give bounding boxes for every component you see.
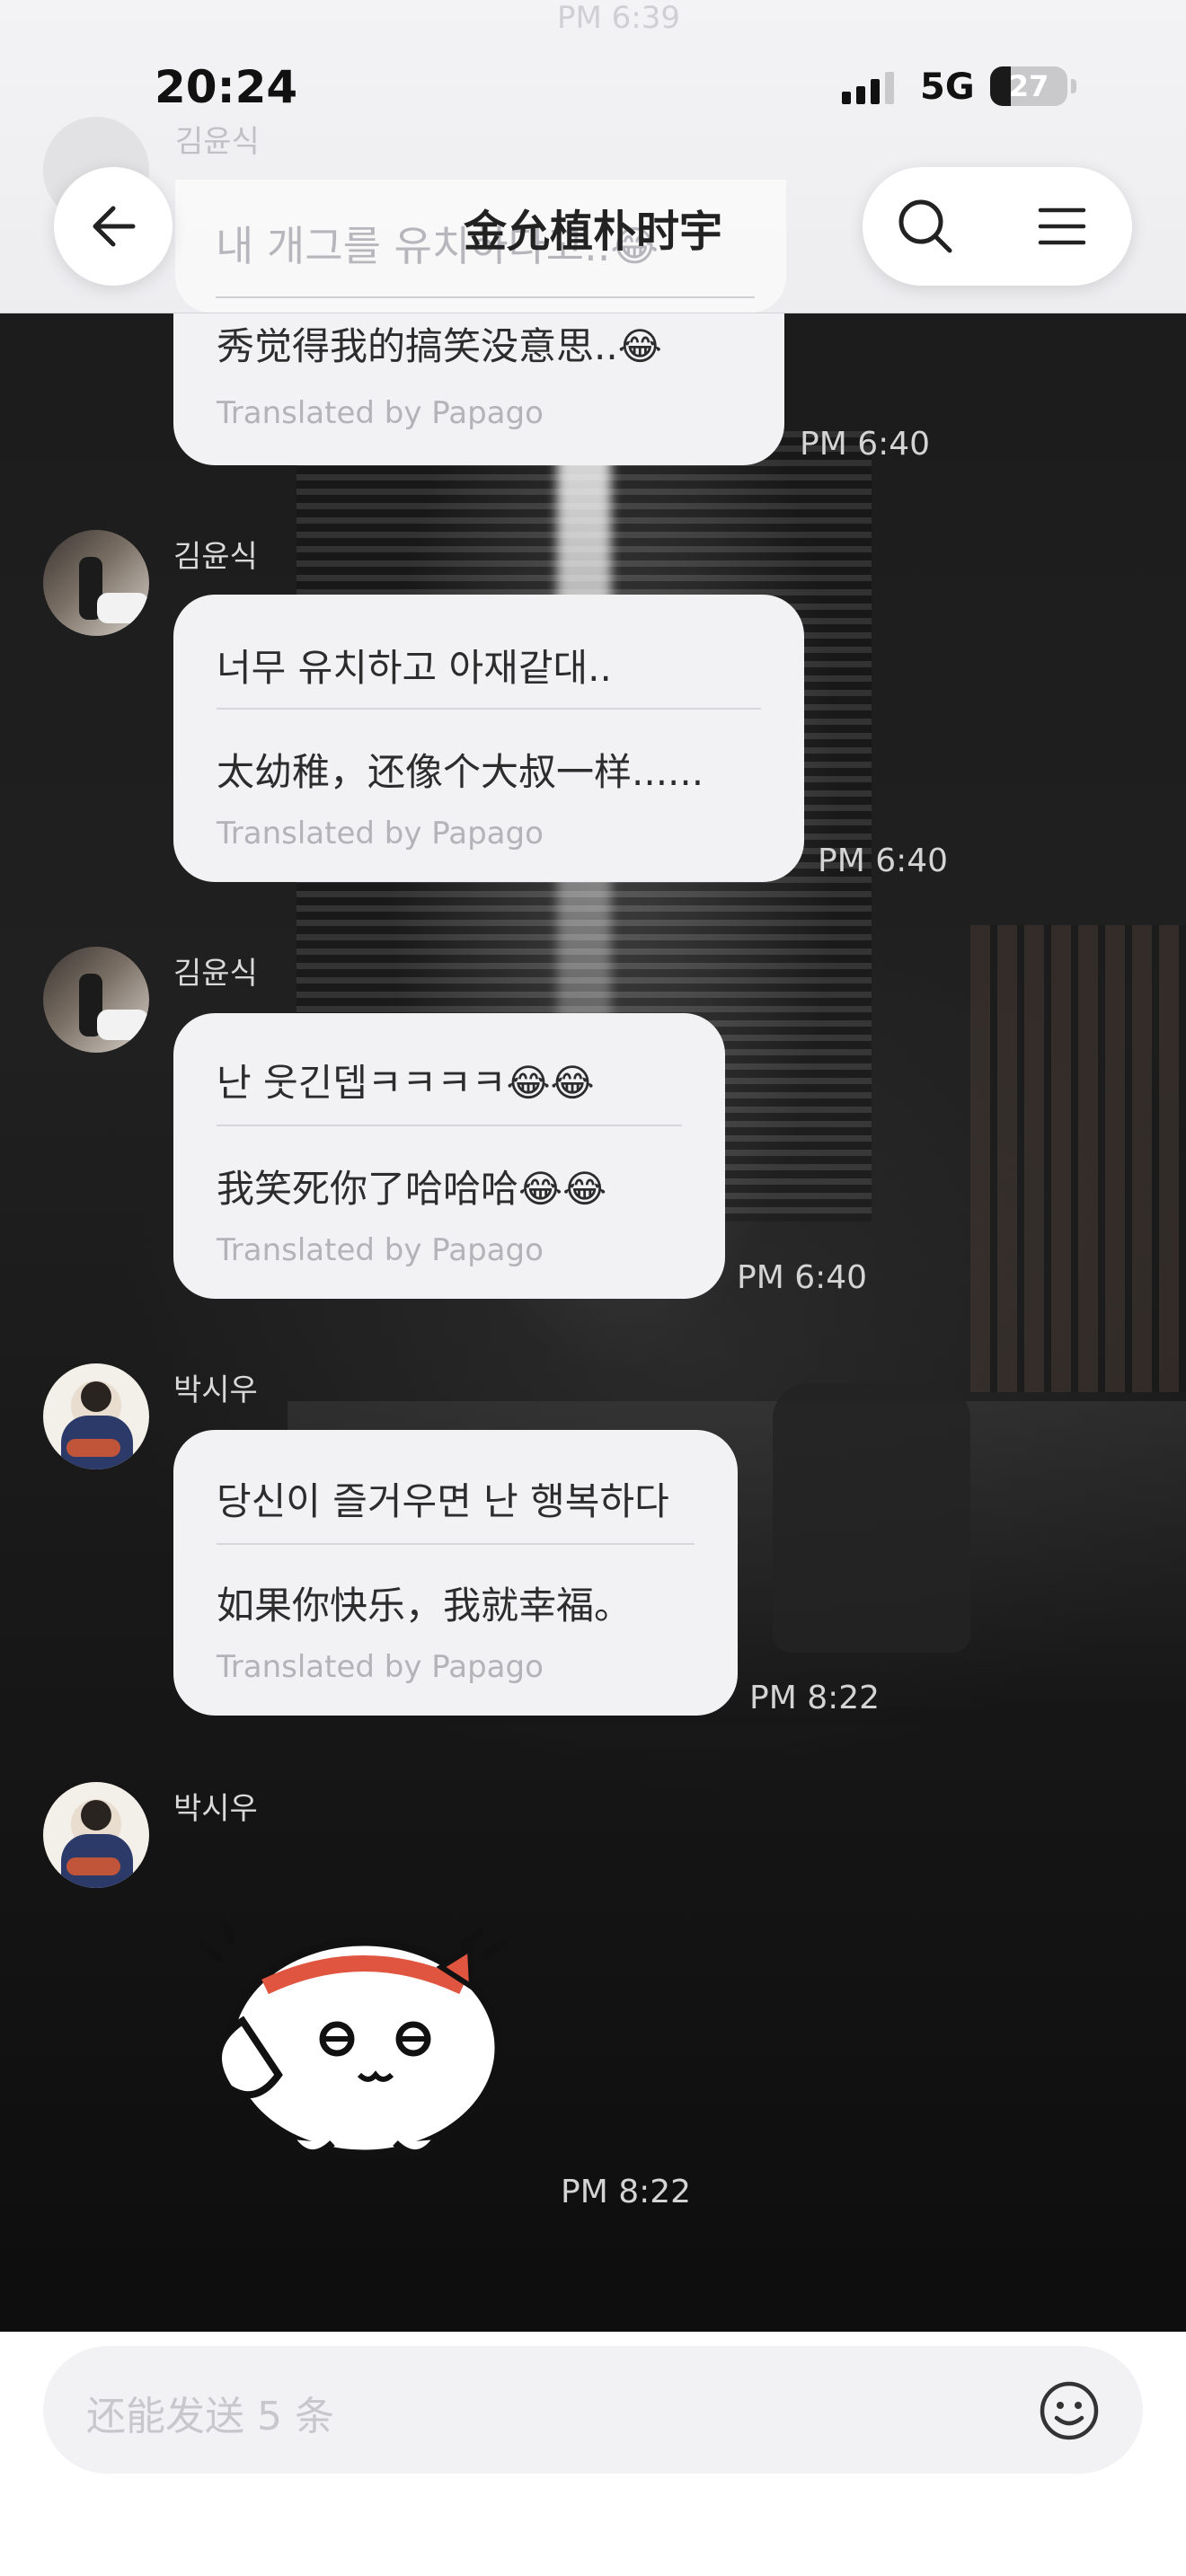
- menu-button[interactable]: [1026, 190, 1098, 262]
- message-original: 난 웃긴뎁ㅋㅋㅋㅋ😂😂: [217, 1061, 595, 1105]
- menu-icon: [1038, 207, 1086, 245]
- background-chair: [773, 1383, 970, 1653]
- message-input-placeholder: 还能发送 5 条: [86, 2394, 334, 2439]
- message-bubble[interactable]: 난 웃긴뎁ㅋㅋㅋㅋ😂😂 我笑死你了哈哈哈😂😂 Translated by Pap…: [173, 1013, 725, 1299]
- message-translation: 太幼稚，还像个大叔一样......: [217, 750, 704, 794]
- header-actions: [863, 167, 1132, 286]
- message-time: PM 6:40: [737, 1259, 868, 1296]
- search-icon: [898, 199, 952, 253]
- bubble-divider: [217, 1125, 682, 1126]
- network-type: 5G: [920, 66, 975, 108]
- battery-tip: [1071, 79, 1076, 93]
- bubble-divider: [217, 1543, 695, 1545]
- message-time: PM 6:40: [818, 842, 949, 879]
- translation-credit: Translated by Papago: [217, 1232, 544, 1268]
- avatar[interactable]: [43, 1363, 149, 1469]
- message-bubble[interactable]: 당신이 즐거우면 난 행복하다 如果你快乐，我就幸福。 Translated b…: [173, 1430, 738, 1716]
- message-translation: 秀觉得我的搞笑没意思..😂: [217, 324, 662, 368]
- smiley-icon: [1040, 2381, 1099, 2440]
- sender-name: 박시우: [173, 1791, 258, 1827]
- sender-name: 김윤식: [173, 956, 258, 992]
- search-button[interactable]: [890, 190, 961, 262]
- avatar[interactable]: [43, 530, 149, 636]
- signal-icon: [842, 72, 894, 104]
- chat-title: 金允植朴时宇: [463, 207, 722, 257]
- chat-header: PM 6:39 김윤식 내 개그를 유치하다고..😂 20:24 5G 27 金…: [0, 0, 1186, 313]
- status-time: 20:24: [155, 61, 298, 113]
- translation-credit: Translated by Papago: [217, 1649, 544, 1685]
- translation-credit: Translated by Papago: [217, 395, 544, 431]
- bubble-divider: [217, 708, 761, 710]
- message-time: PM 6:40: [800, 426, 931, 463]
- sticker-saluting-bun[interactable]: [184, 1904, 544, 2174]
- back-arrow-icon: [93, 206, 136, 247]
- message-translation: 如果你快乐，我就幸福。: [217, 1584, 633, 1628]
- avatar[interactable]: [43, 1782, 149, 1888]
- translation-credit: Translated by Papago: [217, 816, 544, 851]
- avatar[interactable]: [43, 947, 149, 1053]
- battery-level: 27: [1008, 69, 1049, 103]
- sender-name: 김윤식: [173, 539, 258, 575]
- battery-icon: 27: [990, 66, 1067, 106]
- scrolled-bubble-divider: [216, 296, 755, 298]
- background-bookshelf: [970, 925, 1186, 1392]
- message-bubble[interactable]: 너무 유치하고 아재같대.. 太幼稚，还像个大叔一样...... Transla…: [173, 595, 804, 882]
- message-original: 너무 유치하고 아재같대..: [217, 646, 612, 690]
- message-time: PM 8:22: [749, 1680, 881, 1716]
- scrolled-sender-name: 김윤식: [175, 124, 260, 160]
- emoji-button[interactable]: [1033, 2375, 1105, 2447]
- message-time: PM 8:22: [561, 2174, 692, 2210]
- back-button[interactable]: [54, 167, 173, 286]
- message-original: 당신이 즐거우면 난 행복하다: [217, 1479, 669, 1523]
- message-translation: 我笑死你了哈哈哈😂😂: [217, 1167, 607, 1211]
- sender-name: 박시우: [173, 1372, 258, 1408]
- scrolled-time: PM 6:39: [557, 0, 680, 36]
